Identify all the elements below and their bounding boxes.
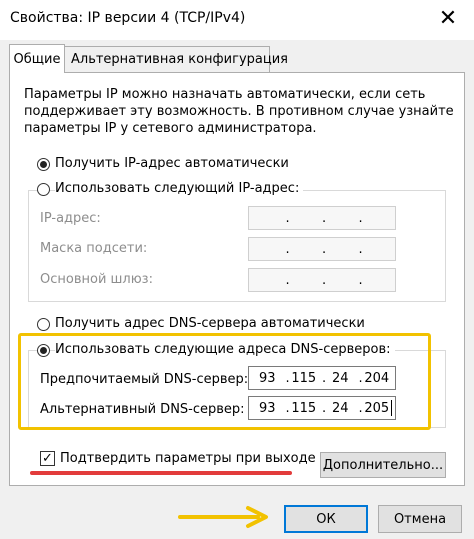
close-button[interactable]: ✕ xyxy=(434,6,462,32)
subnet-mask-label: Маска подсети: xyxy=(40,241,148,256)
subnet-mask-field[interactable]: . . . xyxy=(248,237,396,261)
ip-manual-radio[interactable] xyxy=(37,183,50,196)
validate-underline xyxy=(30,471,292,475)
tab-general[interactable]: Общие xyxy=(9,44,65,73)
radio-selected-dot xyxy=(40,161,47,168)
ip-auto-label[interactable]: Получить IP-адрес автоматически xyxy=(55,156,289,171)
description-line-1: Параметры IP можно назначать автоматичес… xyxy=(24,87,426,102)
advanced-button[interactable]: Дополнительно... xyxy=(320,452,446,478)
ip-address-label: IP-адрес: xyxy=(40,211,101,226)
pointer-arrow-icon xyxy=(178,505,276,529)
ip-address-field[interactable]: . . . xyxy=(248,206,396,230)
cancel-button[interactable]: Отмена xyxy=(378,505,462,533)
window-title: Свойства: IP версии 4 (TCP/IPv4) xyxy=(10,10,246,26)
ok-button-label: ОК xyxy=(316,511,336,527)
checkmark-icon: ✓ xyxy=(42,451,53,466)
close-icon: ✕ xyxy=(438,6,458,31)
dns-auto-label[interactable]: Получить адрес DNS-сервера автоматически xyxy=(55,316,365,331)
tab-general-label: Общие xyxy=(13,51,61,67)
validate-label[interactable]: Подтвердить параметры при выходе xyxy=(60,451,316,466)
default-gateway-label: Основной шлюз: xyxy=(40,272,153,287)
arrow-graphic xyxy=(178,506,268,528)
description-line-2: поддерживает эту возможность. В противно… xyxy=(24,104,454,119)
tab-alternate-config-label: Альтернативная конфигурация xyxy=(71,52,288,67)
validate-checkbox[interactable]: ✓ xyxy=(40,451,55,466)
ok-button[interactable]: ОК xyxy=(284,505,368,533)
cancel-button-label: Отмена xyxy=(393,511,447,527)
advanced-button-label: Дополнительно... xyxy=(322,457,444,473)
ip-manual-label[interactable]: Использовать следующий IP-адрес: xyxy=(55,181,304,196)
title-bar: Свойства: IP версии 4 (TCP/IPv4) ✕ xyxy=(0,0,474,40)
dns-highlight-frame xyxy=(18,333,431,430)
description-line-3: параметры IP у сетевого администратора. xyxy=(24,121,317,136)
ip-auto-radio[interactable] xyxy=(37,158,50,171)
default-gateway-field[interactable]: . . . xyxy=(248,268,396,292)
tab-alternate-config[interactable]: Альтернативная конфигурация xyxy=(64,46,288,72)
dns-auto-radio[interactable] xyxy=(37,318,50,331)
